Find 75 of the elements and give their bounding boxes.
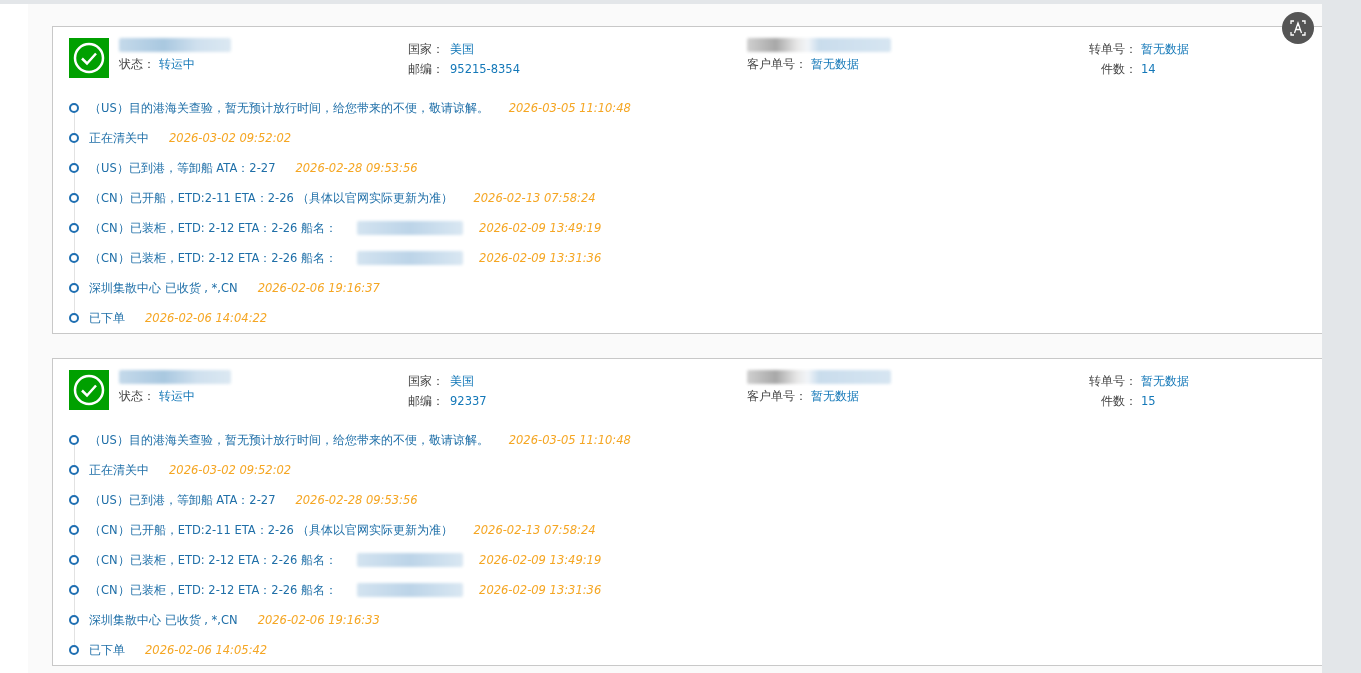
event-text: 深圳集散中心 已收货 , *,CN: [89, 280, 238, 296]
event-text: 正在清关中: [89, 130, 149, 146]
timeline-dot: [69, 313, 79, 323]
field-value: 暂无数据: [1141, 373, 1189, 389]
timeline-dot: [69, 253, 79, 263]
field-value: 15: [1141, 394, 1156, 408]
timeline-dot: [69, 133, 79, 143]
field-value: 92337: [450, 394, 487, 408]
event-time: 2026-02-06 14:05:42: [145, 643, 268, 657]
event-time: 2026-02-09 13:31:36: [479, 251, 602, 265]
event-time: 2026-02-13 07:58:24: [473, 191, 596, 205]
event-time: 2026-02-09 13:49:19: [479, 553, 602, 567]
field-value: 暂无数据: [811, 56, 859, 72]
event-text: 深圳集散中心 已收货 , *,CN: [89, 612, 238, 628]
field-label: 客户单号：: [747, 388, 807, 404]
field-label: 状态：: [119, 56, 155, 72]
field-label: 国家：: [408, 41, 444, 57]
event-time: 2026-03-02 09:52:02: [169, 463, 292, 477]
event-time: 2026-02-06 14:04:22: [145, 311, 268, 325]
event-time: 2026-02-28 09:53:56: [295, 161, 418, 175]
event-text: （CN）已装柜，ETD: 2-12 ETA：2-26 船名：: [89, 582, 338, 598]
event-text: 已下单: [89, 310, 125, 326]
timeline-dot: [69, 193, 79, 203]
timeline-dot: [69, 223, 79, 233]
event-text: 已下单: [89, 642, 125, 658]
event-text: （CN）已装柜，ETD: 2-12 ETA：2-26 船名：: [89, 220, 338, 236]
timeline-dot: [69, 525, 79, 535]
event-text: （CN）已开船，ETD:2-11 ETA：2-26 （具体以官网实际更新为准）: [89, 522, 454, 538]
event-time: 2026-03-02 09:52:02: [169, 131, 292, 145]
event-time: 2026-02-13 07:58:24: [473, 523, 596, 537]
event-time: 2026-03-05 11:10:48: [508, 101, 631, 115]
scan-icon[interactable]: [1282, 12, 1314, 44]
event-text: 正在清关中: [89, 462, 149, 478]
timeline-dot: [69, 495, 79, 505]
field-label: 邮编：: [408, 393, 444, 409]
event-time: 2026-02-28 09:53:56: [295, 493, 418, 507]
timeline-dot: [69, 585, 79, 595]
event-text: （CN）已装柜，ETD: 2-12 ETA：2-26 船名：: [89, 552, 338, 568]
event-text: （US）目的港海关查验，暂无预计放行时间，给您带来的不便，敬请谅解。: [89, 100, 489, 116]
event-time: 2026-02-06 19:16:33: [257, 613, 380, 627]
field-value: 14: [1141, 62, 1156, 76]
timeline-dot: [69, 465, 79, 475]
event-text: （CN）已装柜，ETD: 2-12 ETA：2-26 船名：: [89, 250, 338, 266]
field-value: 美国: [450, 41, 474, 57]
event-time: 2026-02-09 13:49:19: [479, 221, 602, 235]
field-label: 国家：: [408, 373, 444, 389]
timeline-dot: [69, 615, 79, 625]
field-label: 件数：: [1100, 61, 1137, 77]
timeline-dot: [69, 103, 79, 113]
check-icon: [69, 38, 109, 78]
timeline-dot: [69, 163, 79, 173]
field-label: 状态：: [119, 388, 155, 404]
field-label: 邮编：: [408, 61, 444, 77]
event-time: 2026-03-05 11:10:48: [508, 433, 631, 447]
timeline-dot: [69, 645, 79, 655]
timeline-dot: [69, 555, 79, 565]
field-label: 件数：: [1100, 393, 1137, 409]
field-value: 美国: [450, 373, 474, 389]
field-label: 转单号：: [1088, 41, 1137, 57]
event-time: 2026-02-06 19:16:37: [257, 281, 380, 295]
timeline-dot: [69, 435, 79, 445]
field-label: 转单号：: [1088, 373, 1137, 389]
event-time: 2026-02-09 13:31:36: [479, 583, 602, 597]
field-value: 95215-8354: [450, 62, 520, 76]
field-value: 转运中: [159, 388, 195, 404]
event-text: （US）已到港，等卸船 ATA：2-27: [89, 160, 276, 176]
field-value: 暂无数据: [1141, 41, 1189, 57]
field-value: 转运中: [159, 56, 195, 72]
check-icon: [69, 370, 109, 410]
field-label: 客户单号：: [747, 56, 807, 72]
timeline-dot: [69, 283, 79, 293]
field-value: 暂无数据: [811, 388, 859, 404]
event-text: （CN）已开船，ETD:2-11 ETA：2-26 （具体以官网实际更新为准）: [89, 190, 454, 206]
event-text: （US）已到港，等卸船 ATA：2-27: [89, 492, 276, 508]
event-text: （US）目的港海关查验，暂无预计放行时间，给您带来的不便，敬请谅解。: [89, 432, 489, 448]
